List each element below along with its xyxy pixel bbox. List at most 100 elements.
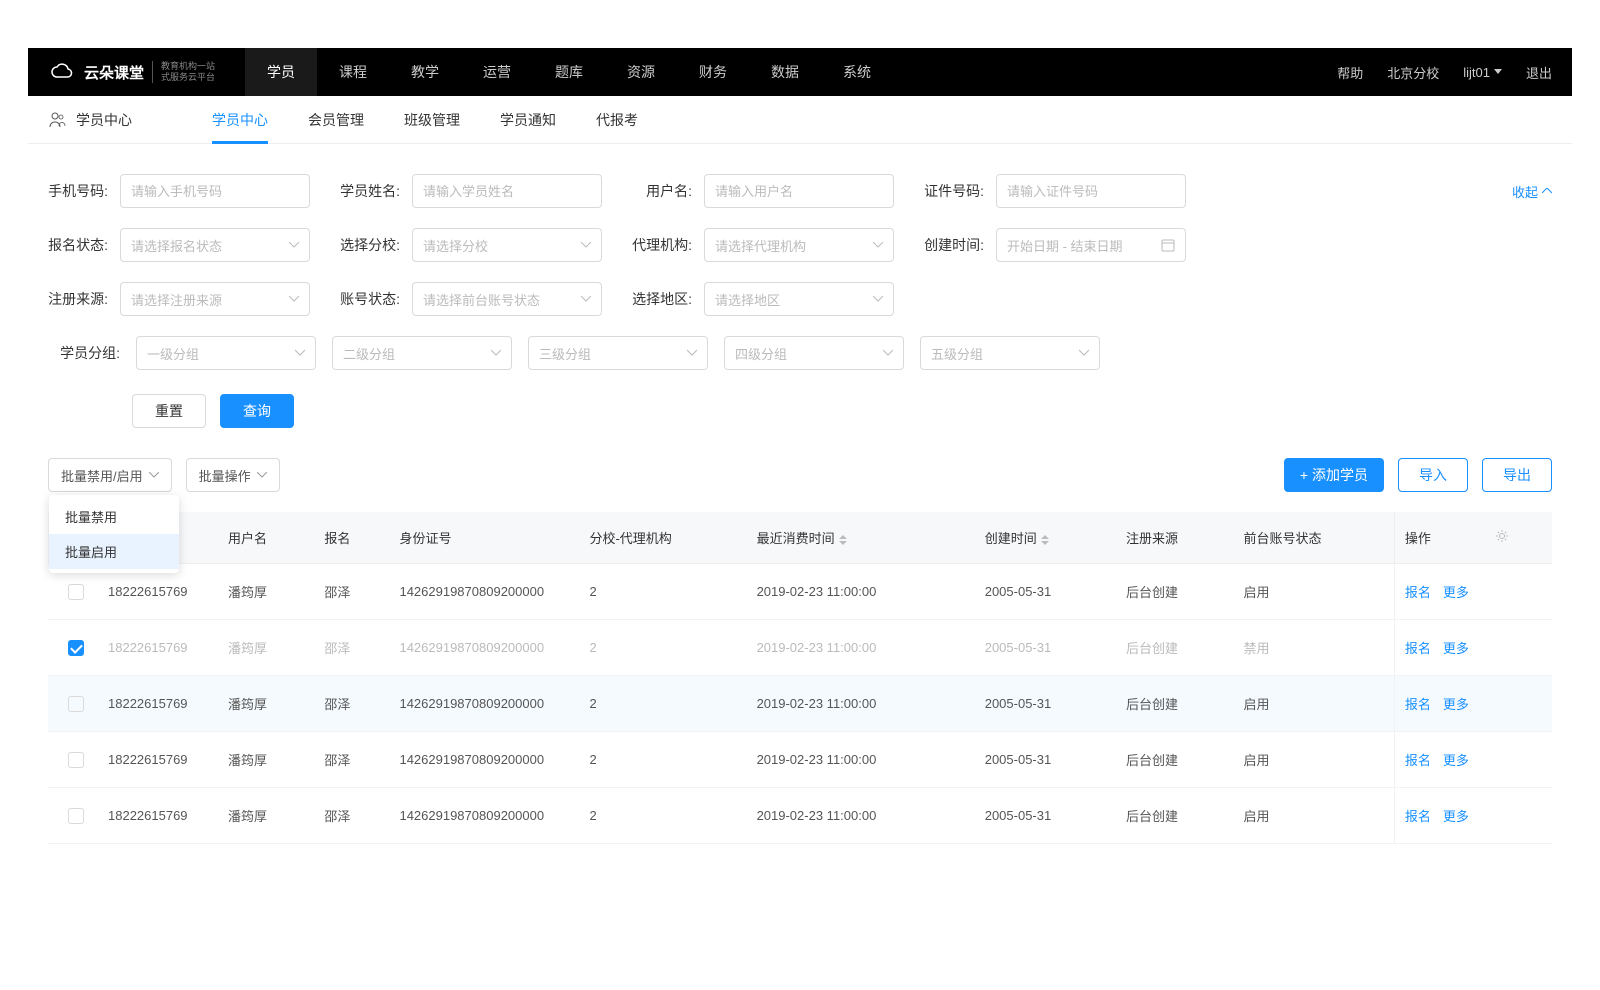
- branch-selector[interactable]: 北京分校: [1387, 63, 1439, 82]
- grouping-level-1[interactable]: 一级分组: [136, 336, 316, 370]
- grouping-level-4[interactable]: 四级分组: [724, 336, 904, 370]
- more-link[interactable]: 更多: [1443, 809, 1469, 824]
- search-button[interactable]: 查询: [220, 394, 294, 428]
- col-enroll: 报名: [314, 512, 389, 564]
- caret-down-icon: [1494, 69, 1502, 75]
- cell-create-time: 2005-05-31: [975, 788, 1116, 844]
- sub-tab-3[interactable]: 学员通知: [500, 96, 556, 144]
- batch-dropdown-menu: 批量禁用批量启用: [49, 495, 179, 573]
- phone-input[interactable]: [120, 174, 310, 208]
- cell-reg-source: 后台创建: [1116, 676, 1234, 732]
- more-link[interactable]: 更多: [1443, 753, 1469, 768]
- cell-reg-source: 后台创建: [1116, 620, 1234, 676]
- sub-tab-2[interactable]: 班级管理: [404, 96, 460, 144]
- grouping-label: 学员分组:: [48, 343, 120, 363]
- more-link[interactable]: 更多: [1443, 585, 1469, 600]
- table-row: 18222615769潘筠厚邵泽142629198708​09200000220…: [48, 564, 1552, 620]
- col-reg-source: 注册来源: [1116, 512, 1234, 564]
- chevron-down-icon: [883, 348, 893, 358]
- enroll-link[interactable]: 报名: [1405, 641, 1431, 656]
- more-link[interactable]: 更多: [1443, 641, 1469, 656]
- enroll-status-select[interactable]: 请选择报名状态: [120, 228, 310, 262]
- row-checkbox[interactable]: [68, 752, 84, 768]
- user-menu[interactable]: lijt01: [1463, 65, 1502, 80]
- nav-item-1[interactable]: 课程: [317, 48, 389, 96]
- idnum-input[interactable]: [996, 174, 1186, 208]
- cell-create-time: 2005-05-31: [975, 620, 1116, 676]
- branch-select[interactable]: 请选择分校: [412, 228, 602, 262]
- nav-item-0[interactable]: 学员: [245, 48, 317, 96]
- chevron-down-icon: [581, 294, 591, 304]
- grouping-level-5[interactable]: 五级分组: [920, 336, 1100, 370]
- add-student-button[interactable]: + 添加学员: [1284, 458, 1384, 492]
- cell-create-time: 2005-05-31: [975, 676, 1116, 732]
- chevron-down-icon: [873, 294, 883, 304]
- enroll-link[interactable]: 报名: [1405, 585, 1431, 600]
- create-time-range[interactable]: 开始日期 - 结束日期: [996, 228, 1186, 262]
- calendar-icon: [1161, 238, 1175, 252]
- nav-item-5[interactable]: 资源: [605, 48, 677, 96]
- reset-button[interactable]: 重置: [132, 394, 206, 428]
- sort-icon: [839, 535, 847, 545]
- chevron-down-icon: [581, 240, 591, 250]
- row-checkbox[interactable]: [68, 696, 84, 712]
- more-link[interactable]: 更多: [1443, 697, 1469, 712]
- nav-item-7[interactable]: 数据: [749, 48, 821, 96]
- col-last-spend[interactable]: 最近消费时间: [747, 512, 975, 564]
- chevron-down-icon: [687, 348, 697, 358]
- cell-phone: 18222615769: [98, 620, 218, 676]
- reg-source-select[interactable]: 请选择注册来源: [120, 282, 310, 316]
- name-input[interactable]: [412, 174, 602, 208]
- import-button[interactable]: 导入: [1398, 458, 1468, 492]
- dropdown-item-1[interactable]: 批量启用: [49, 534, 179, 569]
- gear-icon[interactable]: [1495, 529, 1509, 543]
- region-select[interactable]: 请选择地区: [704, 282, 894, 316]
- batch-disable-enable-dropdown[interactable]: 批量禁用/启用 批量禁用批量启用: [48, 458, 172, 492]
- nav-item-4[interactable]: 题库: [533, 48, 605, 96]
- row-checkbox[interactable]: [68, 808, 84, 824]
- chevron-down-icon: [1079, 348, 1089, 358]
- filter-section: 手机号码: 学员姓名: 用户名: 证件号码: 收起 报名状态:请选择报名状态 选…: [28, 144, 1572, 438]
- enroll-status-label: 报名状态:: [48, 235, 108, 255]
- col-create-time[interactable]: 创建时间: [975, 512, 1116, 564]
- sub-tab-4[interactable]: 代报考: [596, 96, 638, 144]
- cell-id: 142629198708​09200000: [389, 732, 579, 788]
- grouping-level-2[interactable]: 二级分组: [332, 336, 512, 370]
- nav-item-6[interactable]: 财务: [677, 48, 749, 96]
- nav-item-2[interactable]: 教学: [389, 48, 461, 96]
- cell-create-time: 2005-05-31: [975, 732, 1116, 788]
- row-checkbox[interactable]: [68, 584, 84, 600]
- enroll-link[interactable]: 报名: [1405, 697, 1431, 712]
- chevron-down-icon: [295, 348, 305, 358]
- cell-last-spend: 2019-02-23 11:00:00: [747, 564, 975, 620]
- enroll-link[interactable]: 报名: [1405, 809, 1431, 824]
- agency-select[interactable]: 请选择代理机构: [704, 228, 894, 262]
- logout-link[interactable]: 退出: [1526, 63, 1552, 82]
- sub-tab-0[interactable]: 学员中心: [212, 96, 268, 144]
- sub-nav: 学员中心 学员中心会员管理班级管理学员通知代报考: [28, 96, 1572, 144]
- username-input[interactable]: [704, 174, 894, 208]
- cell-branch: 2: [579, 676, 746, 732]
- nav-items: 学员课程教学运营题库资源财务数据系统: [245, 48, 1337, 96]
- logo-text: 云朵课堂: [84, 62, 144, 83]
- phone-label: 手机号码:: [48, 181, 108, 201]
- nav-item-8[interactable]: 系统: [821, 48, 893, 96]
- export-button[interactable]: 导出: [1482, 458, 1552, 492]
- row-checkbox[interactable]: [68, 640, 84, 656]
- enroll-link[interactable]: 报名: [1405, 753, 1431, 768]
- grouping-level-3[interactable]: 三级分组: [528, 336, 708, 370]
- cell-phone: 18222615769: [98, 732, 218, 788]
- collapse-toggle[interactable]: 收起: [1512, 182, 1552, 201]
- account-status-select[interactable]: 请选择前台账号状态: [412, 282, 602, 316]
- sub-tab-1[interactable]: 会员管理: [308, 96, 364, 144]
- cell-branch: 2: [579, 788, 746, 844]
- branch-label: 选择分校:: [340, 235, 400, 255]
- dropdown-item-0[interactable]: 批量禁用: [49, 499, 179, 534]
- grouping-row: 学员分组: 一级分组二级分组三级分组四级分组五级分组: [48, 336, 1552, 370]
- page-title: 学员中心: [76, 110, 132, 130]
- batch-ops-dropdown[interactable]: 批量操作: [186, 458, 280, 492]
- nav-item-3[interactable]: 运营: [461, 48, 533, 96]
- account-status-label: 账号状态:: [340, 289, 400, 309]
- help-link[interactable]: 帮助: [1337, 63, 1363, 82]
- cell-status: 禁用: [1234, 620, 1395, 676]
